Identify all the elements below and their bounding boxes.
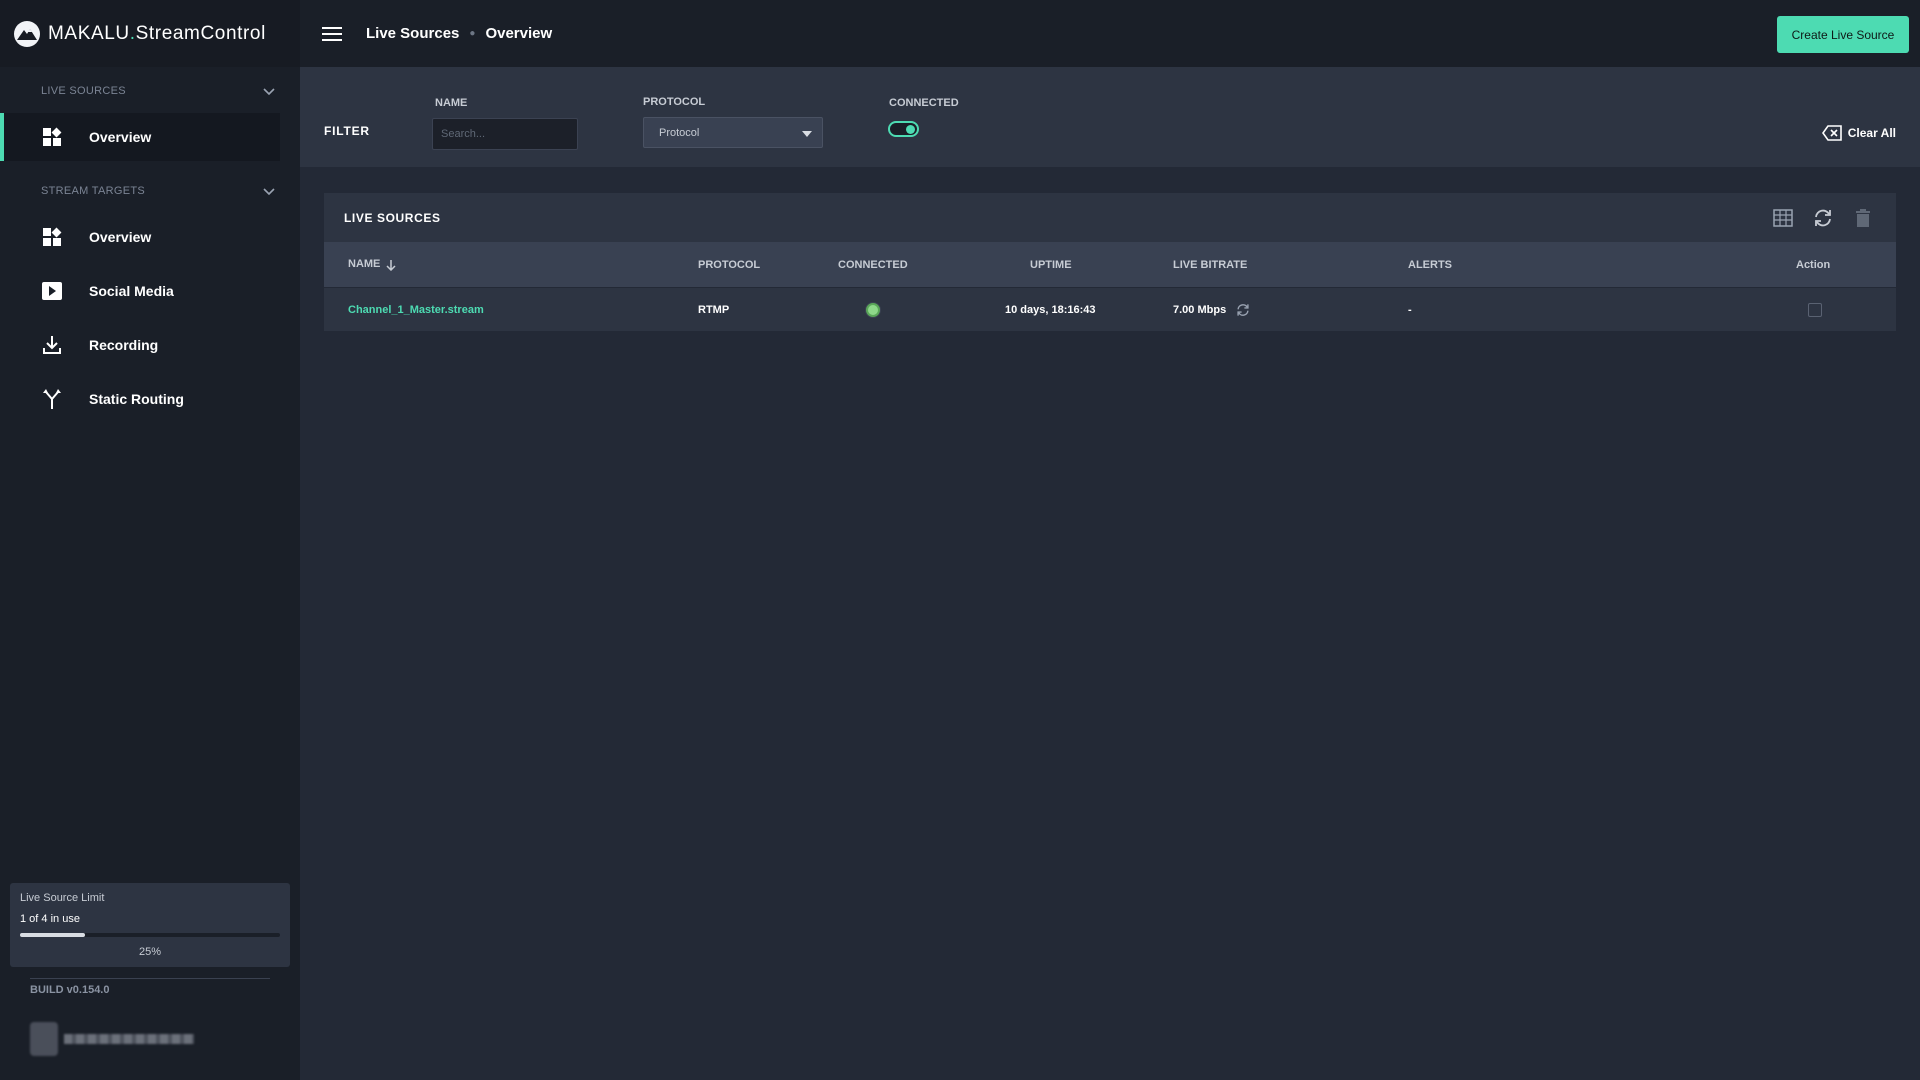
download-icon [41,334,63,356]
user-profile[interactable] [30,1022,194,1056]
sidebar-item-label: Overview [89,129,152,145]
source-uptime: 10 days, 18:16:43 [1005,303,1096,316]
column-header-protocol: PROTOCOL [698,258,761,271]
name-search-input[interactable] [432,118,578,150]
sidebar: MAKALU.StreamControl LIVE SOURCES Overvi… [0,0,300,1080]
build-version: BUILD v0.154.0 [30,984,110,996]
section-label: LIVE SOURCES [41,85,126,97]
connected-toggle[interactable] [888,121,919,137]
column-header-alerts: ALERTS [1408,258,1452,271]
brand-name: MAKALU.StreamControl [48,22,266,44]
brand[interactable]: MAKALU.StreamControl [0,0,300,67]
column-header-live-bitrate: LIVE BITRATE [1173,258,1248,271]
bitrate-refresh-icon[interactable] [1236,303,1250,317]
sidebar-item-social-media[interactable]: Social Media [0,267,280,315]
menu-icon[interactable] [322,26,342,41]
makalu-logo-icon [14,20,40,47]
dashboard-icon [41,126,63,148]
sidebar-item-label: Overview [89,229,152,245]
filter-bar: FILTER NAME PROTOCOL Protocol CONNECTED … [300,67,1920,167]
connected-filter-label: CONNECTED [889,97,959,109]
limit-usage: 1 of 4 in use [20,913,80,925]
panel-header: LIVE SOURCES [324,193,1896,242]
source-protocol: RTMP [698,303,730,316]
protocol-select[interactable]: Protocol [643,117,823,148]
limit-progress-bar [20,933,280,937]
sidebar-item-label: Static Routing [89,391,184,407]
sidebar-item-live-overview[interactable]: Overview [0,113,280,161]
toggle-knob [906,125,915,134]
clear-icon [1821,125,1842,141]
chevron-down-icon [263,188,275,196]
sidebar-item-static-routing[interactable]: Static Routing [0,375,280,423]
row-select-checkbox[interactable] [1808,302,1822,317]
column-header-action: Action [1796,258,1831,271]
connected-status-indicator [866,302,880,317]
sidebar-item-label: Recording [89,337,159,353]
live-source-limit-card: Live Source Limit 1 of 4 in use 25% [10,883,290,967]
sidebar-item-targets-overview[interactable]: Overview [0,213,280,261]
user-name-redacted [64,1034,194,1044]
section-header-live-sources[interactable]: LIVE SOURCES [0,69,300,113]
breadcrumb-separator: ● [469,28,476,39]
name-filter-label: NAME [435,97,468,109]
play-icon [41,280,63,302]
protocol-select-value: Protocol [659,126,700,139]
column-header-connected: CONNECTED [838,258,908,271]
section-header-stream-targets[interactable]: STREAM TARGETS [0,169,300,213]
table-header: NAME PROTOCOL CONNECTED UPTIME LIVE BITR… [324,242,1896,287]
live-sources-panel: LIVE SOURCES NAME PROTOCOL CONNECTED UPT… [324,193,1896,333]
section-label: STREAM TARGETS [41,185,146,197]
table-view-icon[interactable] [1772,208,1794,228]
caret-down-icon [802,131,812,137]
refresh-icon[interactable] [1812,208,1834,228]
limit-title: Live Source Limit [20,892,105,904]
limit-progress-fill [20,933,85,937]
panel-title: LIVE SOURCES [344,210,441,225]
filter-label: FILTER [324,124,370,138]
limit-percent: 25% [138,946,162,958]
chevron-down-icon [263,88,275,96]
clear-all-button[interactable]: Clear All [1821,125,1896,141]
source-bitrate: 7.00 Mbps [1173,303,1227,316]
topbar: Live Sources ● Overview Create Live Sour… [300,0,1920,67]
column-header-uptime: UPTIME [1030,258,1072,271]
source-alerts: - [1408,303,1412,316]
source-bitrate-cell: 7.00 Mbps [1173,303,1250,317]
breadcrumb-item[interactable]: Live Sources [366,25,459,42]
panel-toolbar [1772,208,1874,228]
routing-icon [41,388,63,410]
sort-down-icon [386,259,396,271]
column-header-name[interactable]: NAME [348,258,396,271]
trash-icon[interactable] [1852,208,1874,228]
divider [30,978,270,979]
clear-all-label: Clear All [1847,126,1896,140]
sidebar-item-label: Social Media [89,283,174,299]
avatar [30,1022,58,1056]
source-name-link[interactable]: Channel_1_Master.stream [348,304,484,316]
dashboard-icon [41,226,63,248]
protocol-filter-label: PROTOCOL [643,96,706,108]
sidebar-item-recording[interactable]: Recording [0,321,280,369]
table-row[interactable]: Channel_1_Master.stream RTMP 10 days, 18… [324,287,1896,331]
breadcrumb: Live Sources ● Overview [366,25,552,42]
breadcrumb-item: Overview [485,25,553,42]
create-live-source-button[interactable]: Create Live Source [1777,16,1909,53]
